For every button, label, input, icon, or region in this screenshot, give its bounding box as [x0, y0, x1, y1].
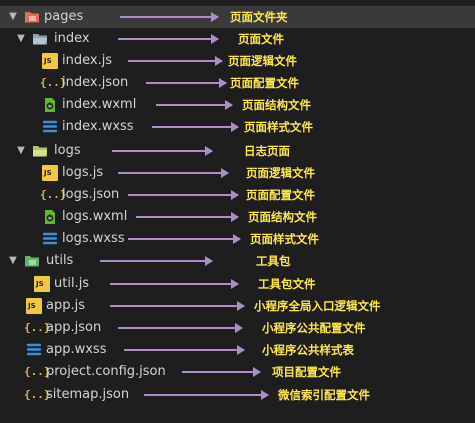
tree-item-label: logs.json — [62, 187, 120, 202]
tree-item-label: logs.wxss — [62, 231, 125, 246]
tree-folder-logs[interactable]: ▼ logs 日志页面 — [0, 140, 475, 162]
annotation-arrow — [128, 234, 241, 244]
annotation-label: 工具包 — [256, 254, 291, 268]
tree-folder-pages[interactable]: ▼ pages 页面文件夹 — [0, 6, 475, 28]
tree-item-label: index.wxml — [62, 97, 137, 112]
tree-item-label: project.config.json — [46, 364, 166, 379]
annotation-arrow — [118, 168, 229, 178]
wxss-icon — [42, 119, 58, 135]
annotation-label: 页面配置文件 — [230, 76, 299, 90]
json-icon: {..} — [40, 188, 67, 201]
json-icon: {..} — [40, 76, 67, 89]
chevron-down-icon[interactable]: ▼ — [8, 10, 18, 24]
tree-item-label: logs — [54, 143, 81, 158]
annotation-label: 页面文件 — [238, 32, 284, 46]
chevron-down-icon[interactable]: ▼ — [8, 254, 18, 268]
annotation-arrow — [120, 12, 219, 22]
tree-folder-utils[interactable]: ▼ utils 工具包 — [0, 250, 475, 272]
tree-file-index-wxss[interactable]: index.wxss 页面样式文件 — [0, 116, 475, 138]
tree-file-index-json[interactable]: {..} index.json 页面配置文件 — [0, 72, 475, 94]
wxss-icon — [42, 231, 58, 247]
tree-file-logs-js[interactable]: JS logs.js 页面逻辑文件 — [0, 162, 475, 184]
annotation-arrow — [110, 301, 245, 311]
tree-item-label: pages — [44, 9, 84, 24]
tree-item-label: app.json — [46, 320, 102, 335]
annotation-label: 页面配置文件 — [246, 188, 315, 202]
annotation-arrow — [182, 367, 261, 377]
json-icon: {..} — [24, 365, 51, 378]
tree-item-label: index.wxss — [62, 119, 134, 134]
annotation-arrow — [136, 212, 239, 222]
annotation-label: 页面样式文件 — [244, 120, 313, 134]
tree-file-sitemap-json[interactable]: {..} sitemap.json 微信索引配置文件 — [0, 384, 475, 406]
tree-folder-index[interactable]: ▼ index 页面文件 — [0, 28, 475, 50]
tree-file-index-wxml[interactable]: index.wxml 页面结构文件 — [0, 94, 475, 116]
annotation-arrow — [128, 56, 223, 66]
file-explorer-tree: ▼ pages 页面文件夹 ▼ index 页面文件 JS index.js 页… — [0, 0, 475, 423]
annotation-arrow — [118, 34, 219, 44]
tree-item-label: index — [54, 31, 90, 46]
annotation-label: 页面样式文件 — [250, 232, 319, 246]
tree-item-label: index.js — [62, 53, 113, 68]
js-icon: JS — [42, 165, 58, 181]
annotation-label: 项目配置文件 — [272, 365, 341, 379]
wxml-icon — [42, 209, 58, 225]
annotation-label: 页面文件夹 — [230, 10, 288, 24]
annotation-arrow — [156, 100, 233, 110]
tree-file-index-js[interactable]: JS index.js 页面逻辑文件 — [0, 50, 475, 72]
wxss-icon — [26, 342, 42, 358]
annotation-label: 小程序全局入口逻辑文件 — [254, 299, 381, 313]
annotation-arrow — [152, 122, 239, 132]
tree-item-label: logs.js — [62, 165, 104, 180]
annotation-arrow — [146, 78, 227, 88]
json-icon: {..} — [24, 388, 51, 401]
annotation-label: 小程序公共样式表 — [262, 343, 354, 357]
annotation-label: 工具包文件 — [258, 277, 316, 291]
annotation-label: 页面结构文件 — [242, 98, 311, 112]
annotation-arrow — [112, 146, 213, 156]
tree-item-label: index.json — [62, 75, 129, 90]
annotation-arrow — [124, 345, 245, 355]
folder-pages-icon — [24, 9, 40, 25]
folder-logs-icon — [32, 143, 48, 159]
tree-file-app-wxss[interactable]: app.wxss 小程序公共样式表 — [0, 339, 475, 361]
wxml-icon — [42, 97, 58, 113]
tree-file-util-js[interactable]: JS util.js 工具包文件 — [0, 273, 475, 295]
tree-item-label: sitemap.json — [46, 387, 130, 402]
js-icon: JS — [42, 53, 58, 69]
tree-item-label: utils — [46, 253, 74, 268]
annotation-arrow — [144, 390, 269, 400]
chevron-down-icon[interactable]: ▼ — [16, 144, 26, 158]
tree-item-label: util.js — [54, 276, 90, 291]
folder-index-icon — [32, 31, 48, 47]
annotation-arrow — [128, 190, 239, 200]
annotation-arrow — [100, 256, 213, 266]
js-icon: JS — [26, 298, 42, 314]
annotation-arrow — [118, 323, 243, 333]
tree-item-label: app.wxss — [46, 342, 107, 357]
annotation-label: 页面逻辑文件 — [246, 166, 315, 180]
annotation-label: 页面结构文件 — [248, 210, 317, 224]
tree-file-app-json[interactable]: {..} app.json 小程序公共配置文件 — [0, 317, 475, 339]
tree-file-logs-wxml[interactable]: logs.wxml 页面结构文件 — [0, 206, 475, 228]
tree-file-app-js[interactable]: JS app.js 小程序全局入口逻辑文件 — [0, 295, 475, 317]
annotation-label: 微信索引配置文件 — [278, 388, 370, 402]
folder-utils-icon — [24, 253, 40, 269]
tree-item-label: app.js — [46, 298, 85, 313]
annotation-label: 小程序公共配置文件 — [262, 321, 366, 335]
tree-file-logs-wxss[interactable]: logs.wxss 页面样式文件 — [0, 228, 475, 250]
tree-file-logs-json[interactable]: {..} logs.json 页面配置文件 — [0, 184, 475, 206]
js-icon: JS — [34, 276, 50, 292]
annotation-label: 页面逻辑文件 — [228, 54, 297, 68]
tree-item-label: logs.wxml — [62, 209, 128, 224]
annotation-label: 日志页面 — [244, 144, 290, 158]
json-icon: {..} — [24, 321, 51, 334]
chevron-down-icon[interactable]: ▼ — [16, 32, 26, 46]
tree-file-project-config-json[interactable]: {..} project.config.json 项目配置文件 — [0, 361, 475, 383]
annotation-arrow — [110, 279, 239, 289]
